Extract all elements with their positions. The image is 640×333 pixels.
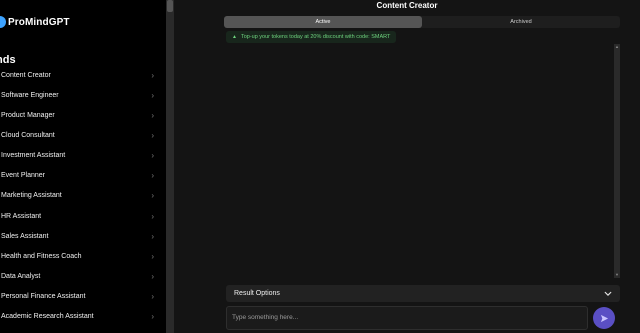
chevron-right-icon: › [151,110,154,120]
triangle-icon: ▲ [232,34,237,40]
sidebar-item-label: Data Analyst [1,272,41,280]
sidebar-item-label: Product Manager [1,111,55,119]
sidebar-item-academic-research-assistant[interactable]: Academic Research Assistant › [0,307,166,327]
sidebar-nav: Content Creator › Software Engineer › Pr… [0,65,166,327]
tab-archived[interactable]: Archived [422,16,620,28]
output-area [226,44,612,278]
sidebar-item-sales-assistant[interactable]: Sales Assistant › [0,226,166,246]
result-options-label: Result Options [234,290,280,297]
sidebar-item-marketing-assistant[interactable]: Marketing Assistant › [0,186,166,206]
chevron-right-icon: › [151,292,154,302]
sidebar-item-label: Investment Assistant [1,152,66,160]
sidebar-item-label: Academic Research Assistant [1,313,94,321]
sidebar-item-cloud-consultant[interactable]: Cloud Consultant › [0,125,166,145]
send-button[interactable] [593,307,615,329]
sidebar-item-label: Cloud Consultant [1,131,55,139]
tab-bar: Active Archived [224,16,620,28]
chevron-right-icon: › [151,271,154,281]
sidebar-scrollbar-thumb[interactable] [167,0,173,12]
message-input[interactable] [227,307,587,329]
promo-text: Top-up your tokens today at 20% discount… [240,34,391,40]
send-icon [600,314,608,322]
sidebar: ProMindGPT nds Content Creator › Softwar… [0,0,166,333]
logo-icon [0,16,6,28]
chevron-right-icon: › [151,251,154,261]
sidebar-item-software-engineer[interactable]: Software Engineer › [0,85,166,105]
sidebar-item-event-planner[interactable]: Event Planner › [0,166,166,186]
app-name: ProMindGPT [8,16,70,28]
chevron-right-icon: › [151,70,154,80]
sidebar-item-label: Event Planner [1,172,45,180]
chevron-right-icon: › [151,171,154,181]
sidebar-item-product-manager[interactable]: Product Manager › [0,105,166,125]
main-panel: Content Creator Active Archived ▲ Top-up… [174,0,640,333]
tab-active[interactable]: Active [224,16,422,28]
page-title: Content Creator [376,1,438,10]
output-scrollbar[interactable]: ▲ ▼ [614,44,620,278]
sidebar-item-data-analyst[interactable]: Data Analyst › [0,266,166,286]
chevron-right-icon: › [151,90,154,100]
result-options-dropdown[interactable]: Result Options [226,285,620,302]
sidebar-item-hr-assistant[interactable]: HR Assistant › [0,206,166,226]
sidebar-item-personal-finance-assistant[interactable]: Personal Finance Assistant › [0,287,166,307]
chevron-down-icon [604,291,612,296]
sidebar-item-label: Software Engineer [1,91,59,99]
sidebar-item-label: Personal Finance Assistant [1,293,86,301]
app-logo[interactable]: ProMindGPT [0,16,70,28]
sidebar-item-label: Health and Fitness Coach [1,252,82,260]
sidebar-item-investment-assistant[interactable]: Investment Assistant › [0,146,166,166]
sidebar-item-content-creator[interactable]: Content Creator › [0,65,166,85]
sidebar-item-health-and-fitness-coach[interactable]: Health and Fitness Coach › [0,246,166,266]
sidebar-item-label: Content Creator [1,71,51,79]
message-composer [226,306,588,330]
chevron-right-icon: › [151,312,154,322]
scroll-down-icon[interactable]: ▼ [614,272,620,278]
sidebar-item-label: Marketing Assistant [1,192,62,200]
sidebar-scrollbar[interactable] [166,0,174,333]
sidebar-item-label: HR Assistant [1,212,42,220]
chevron-right-icon: › [151,191,154,201]
sidebar-item-label: Sales Assistant [1,232,49,240]
chevron-right-icon: › [151,130,154,140]
promo-banner: ▲ Top-up your tokens today at 20% discou… [226,31,397,43]
chevron-right-icon: › [151,231,154,241]
scroll-up-icon[interactable]: ▲ [614,44,620,50]
chevron-right-icon: › [151,151,154,161]
chevron-right-icon: › [151,211,154,221]
